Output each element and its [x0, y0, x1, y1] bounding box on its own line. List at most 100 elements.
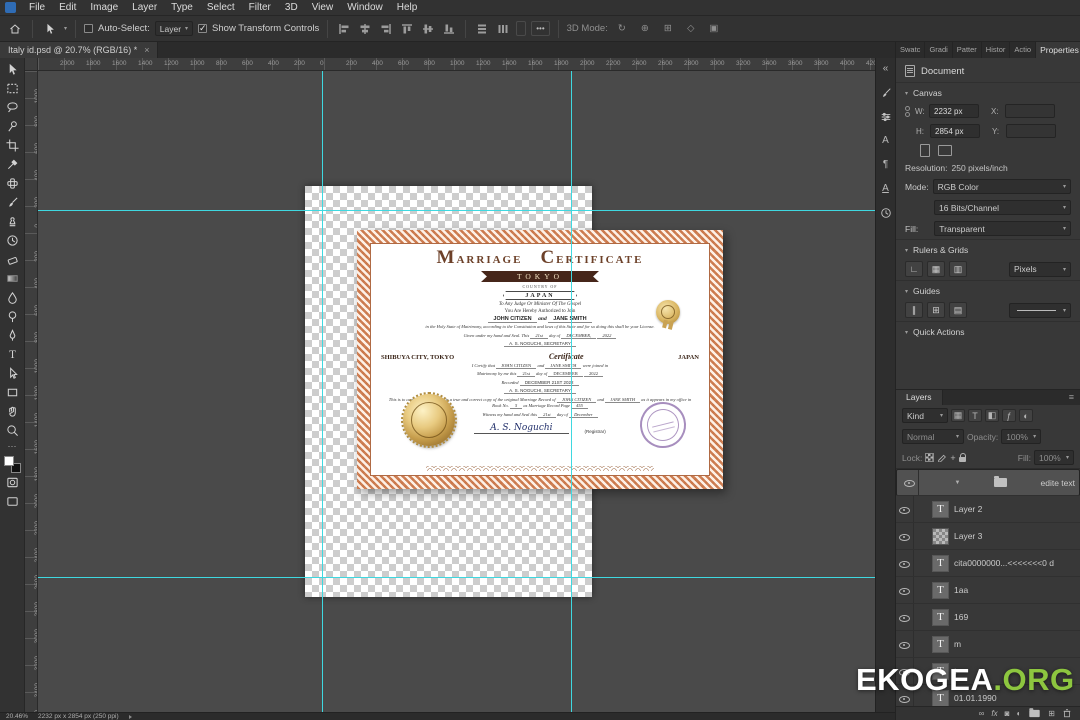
3d-slide-icon[interactable]: ◇	[682, 20, 700, 38]
filter-pixel-layers-icon[interactable]: ▦	[951, 409, 965, 422]
eyedropper-tool[interactable]	[1, 155, 24, 174]
canvas-section-header[interactable]: ▾Canvas	[896, 82, 1080, 101]
filter-smart-objects-icon[interactable]: ƒ	[1002, 409, 1016, 422]
show-transform-checkbox[interactable]	[198, 24, 207, 33]
toggle-guides-button[interactable]: ∥	[905, 302, 923, 318]
align-center-horizontal-icon[interactable]	[357, 21, 373, 37]
zoom-tool[interactable]	[1, 421, 24, 440]
menu-select[interactable]: Select	[200, 0, 242, 16]
3d-scale-icon[interactable]: ▣	[705, 20, 723, 38]
rulers-grids-section-header[interactable]: ▾Rulers & Grids	[896, 239, 1080, 258]
visibility-toggle[interactable]	[901, 470, 919, 495]
filter-shape-layers-icon[interactable]: ◧	[985, 409, 999, 422]
visibility-toggle[interactable]	[896, 523, 914, 549]
align-middle-icon[interactable]	[420, 21, 436, 37]
layer-row[interactable]: T m	[896, 631, 1080, 658]
layer-row[interactable]: Layer 3	[896, 523, 1080, 550]
lock-transparency-icon[interactable]	[925, 453, 934, 462]
menu-edit[interactable]: Edit	[52, 0, 83, 16]
zoom-level[interactable]: 20.46%	[6, 713, 28, 720]
horizontal-guide-bottom[interactable]	[38, 577, 875, 578]
lock-guides-button[interactable]: ⊞	[927, 302, 945, 318]
close-tab-icon[interactable]: ×	[144, 45, 149, 55]
menu-file[interactable]: File	[22, 0, 52, 16]
layer-row[interactable]: T Layer 2	[896, 496, 1080, 523]
lasso-tool[interactable]	[1, 98, 24, 117]
filter-type-layers-icon[interactable]: T	[968, 409, 982, 422]
vertical-guide-right[interactable]	[571, 71, 572, 712]
opacity-input[interactable]: 100%▾	[1001, 429, 1041, 444]
move-tool-icon[interactable]	[41, 20, 59, 38]
hand-tool[interactable]	[1, 402, 24, 421]
menu-type[interactable]: Type	[164, 0, 200, 16]
foreground-color-swatch[interactable]	[4, 456, 14, 466]
menu-help[interactable]: Help	[390, 0, 425, 16]
canvas-height-input[interactable]: 2854 px	[930, 124, 980, 138]
text-layer-thumbnail[interactable]: T	[932, 555, 949, 572]
new-group-icon[interactable]	[1030, 710, 1040, 717]
menu-3d[interactable]: 3D	[278, 0, 305, 16]
clone-stamp-tool[interactable]	[1, 212, 24, 231]
fill-input[interactable]: 100%▾	[1034, 450, 1074, 465]
tab-histories[interactable]: Histor	[982, 42, 1011, 58]
toggle-grid-button[interactable]: ▦	[927, 261, 945, 277]
ruler-units-select[interactable]: Pixels▾	[1009, 262, 1071, 277]
vertical-guide-left[interactable]	[322, 71, 323, 712]
delete-layer-icon[interactable]	[1062, 708, 1072, 720]
text-layer-thumbnail[interactable]: T	[932, 501, 949, 518]
canvas-area[interactable]: 2000180016001400120010008006004002000200…	[25, 58, 875, 712]
auto-select-checkbox[interactable]	[84, 24, 93, 33]
menu-layer[interactable]: Layer	[125, 0, 164, 16]
tab-layers[interactable]: Layers	[896, 390, 943, 405]
visibility-toggle[interactable]	[896, 550, 914, 576]
marquee-tool[interactable]	[1, 79, 24, 98]
toggle-snap-button[interactable]: ▥	[949, 261, 967, 277]
adjustment-layer-icon[interactable]: ◐	[1016, 709, 1021, 718]
text-layer-thumbnail[interactable]: T	[932, 609, 949, 626]
layer-group-row[interactable]: ▼ edite text	[896, 469, 1080, 496]
paragraph-panel-icon[interactable]: ¶	[878, 157, 894, 172]
text-layer-thumbnail[interactable]: T	[932, 582, 949, 599]
lock-position-icon[interactable]: +	[950, 453, 955, 463]
eraser-tool[interactable]	[1, 250, 24, 269]
filter-adjustment-layers-icon[interactable]: ◐	[1019, 409, 1033, 422]
crop-tool[interactable]	[1, 136, 24, 155]
foreground-background-swatches[interactable]	[4, 456, 21, 473]
blend-mode-select[interactable]: Normal▾	[902, 429, 964, 444]
brush-settings-panel-icon[interactable]	[878, 85, 894, 100]
visibility-toggle[interactable]	[896, 496, 914, 522]
brushes-panel-icon[interactable]	[878, 109, 894, 124]
horizontal-guide-top[interactable]	[38, 210, 875, 211]
canvas-fill-select[interactable]: Transparent▾	[934, 221, 1071, 236]
expand-panels-icon[interactable]: «	[878, 61, 894, 76]
tab-swatches[interactable]: Swatc	[896, 42, 925, 58]
auto-select-target-select[interactable]: Layer▾	[155, 21, 193, 36]
menu-filter[interactable]: Filter	[242, 0, 278, 16]
layer-row[interactable]: T 169	[896, 604, 1080, 631]
menu-view[interactable]: View	[305, 0, 341, 16]
lock-all-icon[interactable]	[959, 457, 966, 462]
align-bottom-icon[interactable]	[441, 21, 457, 37]
edit-toolbar-icon[interactable]: ⋯	[8, 442, 17, 450]
quick-mask-button[interactable]	[1, 473, 24, 492]
visibility-toggle[interactable]	[896, 577, 914, 603]
tab-patterns[interactable]: Patter	[953, 42, 982, 58]
tab-actions[interactable]: Actio	[1010, 42, 1036, 58]
text-layer-thumbnail[interactable]: T	[932, 636, 949, 653]
move-tool-caret-icon[interactable]: ▾	[64, 25, 67, 32]
tab-properties[interactable]: Properties	[1036, 42, 1080, 58]
3d-roll-icon[interactable]: ⊕	[636, 20, 654, 38]
blur-tool[interactable]	[1, 288, 24, 307]
brush-tool[interactable]	[1, 193, 24, 212]
3d-orbit-icon[interactable]: ↻	[613, 20, 631, 38]
distribute-horizontal-icon[interactable]	[495, 21, 511, 37]
layer-filter-kind-select[interactable]: Kind▾	[902, 408, 948, 423]
layer-row[interactable]: T 1aa	[896, 577, 1080, 604]
move-tool[interactable]	[1, 60, 24, 79]
screen-mode-button[interactable]	[1, 492, 24, 511]
path-selection-tool[interactable]	[1, 364, 24, 383]
toggle-rulers-button[interactable]: ∟	[905, 261, 923, 277]
3d-pan-icon[interactable]: ⊞	[659, 20, 677, 38]
healing-brush-tool[interactable]	[1, 174, 24, 193]
distribute-vertical-icon[interactable]	[474, 21, 490, 37]
